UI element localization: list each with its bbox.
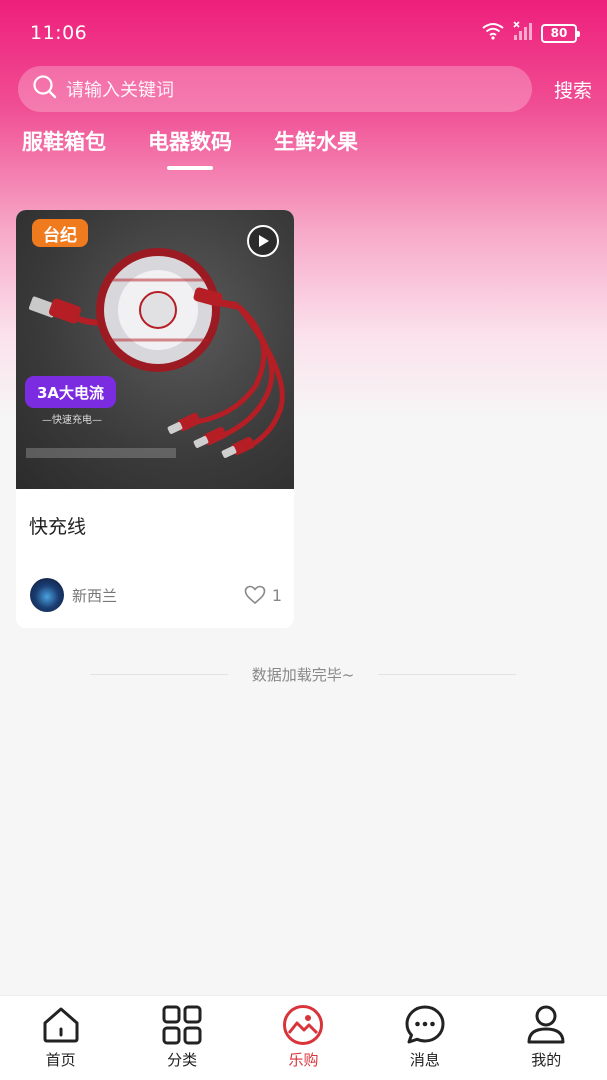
heart-icon [244,585,266,605]
nav-messages[interactable]: 消息 [380,1004,470,1070]
nav-profile-label: 我的 [531,1051,562,1069]
message-icon [405,1005,445,1044]
tab-electronics[interactable]: 电器数码 [148,126,232,170]
nav-category[interactable]: 分类 [137,1004,227,1070]
like-button[interactable]: 1 [244,585,282,605]
promo-subtitle: —快速充电— [42,415,102,426]
nav-legou[interactable]: 乐购 [258,1004,348,1070]
product-image[interactable]: 台纪 3A大电流 —快速充电— [16,210,294,489]
play-video-button[interactable] [247,225,279,257]
divider [90,673,228,675]
bottom-nav: 首页 分类 乐购 消息 我的 [0,995,607,1080]
status-time: 11:06 [30,22,88,44]
status-bar: 11:06 80 [0,0,607,66]
nav-home[interactable]: 首页 [16,1004,106,1070]
author-name[interactable]: 新西兰 [72,585,117,606]
nav-category-label: 分类 [167,1051,198,1069]
nav-legou-label: 乐购 [288,1051,319,1069]
product-title[interactable]: 快充线 [29,512,86,539]
promo-label: 3A大电流 [25,376,117,408]
like-count: 1 [271,585,282,605]
nav-home-label: 首页 [45,1051,76,1069]
author-avatar[interactable] [30,578,64,612]
product-meta: 新西兰 1 [30,577,282,613]
list-end-indicator: 数据加载完毕~ [90,662,517,686]
nav-profile[interactable]: 我的 [501,1004,591,1070]
nav-messages-label: 消息 [409,1051,440,1069]
image-icon [283,1005,324,1045]
search-input[interactable]: 请输入关键词 [18,66,532,112]
signal-icon [513,21,533,45]
tab-clothing-shoes-bags[interactable]: 服鞋箱包 [22,126,106,170]
grid-icon [162,1005,202,1045]
list-end-text: 数据加载完毕~ [251,665,355,684]
user-icon [527,1005,565,1044]
divider [378,673,517,675]
search-icon [32,74,58,104]
search-placeholder: 请输入关键词 [66,80,174,101]
category-tabs: 服鞋箱包 电器数码 生鲜水果 [22,126,358,170]
battery-indicator: 80 [541,23,580,43]
brand-badge: 台纪 [32,219,88,247]
tab-fresh-fruit[interactable]: 生鲜水果 [274,126,358,170]
play-icon [259,235,269,247]
status-icons: 80 [481,21,580,45]
wifi-icon [481,21,505,45]
search-row: 请输入关键词 搜索 [18,66,592,112]
product-card[interactable]: 台纪 3A大电流 —快速充电— 快充线 新西兰 1 [16,210,294,628]
home-icon [43,1007,79,1043]
search-button[interactable]: 搜索 [554,76,592,103]
